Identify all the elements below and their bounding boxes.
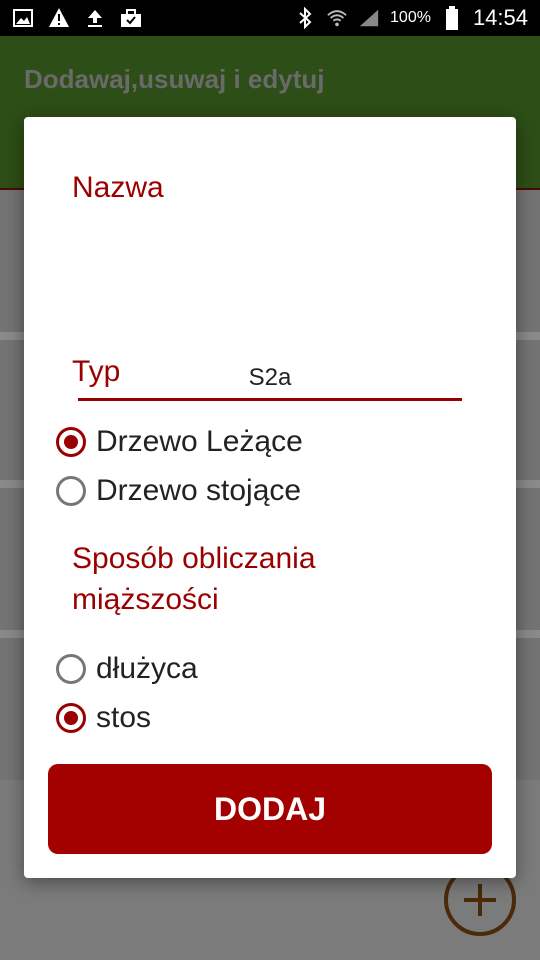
clock: 14:54 bbox=[472, 5, 528, 30]
radio-label: Drzewo Leżące bbox=[96, 425, 303, 458]
bluetooth-icon bbox=[294, 7, 316, 29]
radio-option-stos[interactable]: stos bbox=[56, 701, 151, 735]
method-label-line1: Sposób obliczania bbox=[72, 542, 316, 575]
warning-icon bbox=[48, 7, 70, 29]
method-label-line2: miąższości bbox=[72, 583, 219, 616]
radio-label: Drzewo stojące bbox=[96, 474, 302, 507]
radio-button[interactable] bbox=[56, 654, 86, 684]
battery-percent: 100% bbox=[390, 9, 431, 26]
radio-button[interactable] bbox=[56, 427, 86, 457]
radio-option-dluzyca[interactable]: dłużyca bbox=[56, 652, 198, 686]
radio-option-drzewo-stojace[interactable]: Drzewo stojące bbox=[56, 474, 301, 508]
type-label: Typ bbox=[72, 355, 121, 388]
plus-icon bbox=[464, 884, 496, 916]
gallery-icon bbox=[12, 7, 34, 29]
name-label: Nazwa bbox=[72, 171, 164, 204]
signal-icon bbox=[358, 7, 380, 29]
wifi-icon bbox=[326, 7, 348, 29]
add-button[interactable]: DODAJ bbox=[48, 764, 492, 854]
radio-label: dłużyca bbox=[96, 652, 198, 685]
radio-button[interactable] bbox=[56, 476, 86, 506]
radio-option-drzewo-lezace[interactable]: Drzewo Leżące bbox=[56, 425, 303, 459]
status-bar: 100% 14:54 bbox=[0, 0, 540, 36]
name-input[interactable] bbox=[78, 357, 462, 401]
upload-icon bbox=[84, 7, 106, 29]
add-dialog: Nazwa Typ Drzewo Leżące Drzewo stojące S… bbox=[24, 117, 516, 878]
briefcase-icon bbox=[120, 7, 142, 29]
radio-label: stos bbox=[96, 701, 152, 734]
battery-icon bbox=[441, 6, 463, 30]
app-title: Dodawaj,usuwaj i edytuj bbox=[24, 64, 325, 94]
radio-button[interactable] bbox=[56, 703, 86, 733]
